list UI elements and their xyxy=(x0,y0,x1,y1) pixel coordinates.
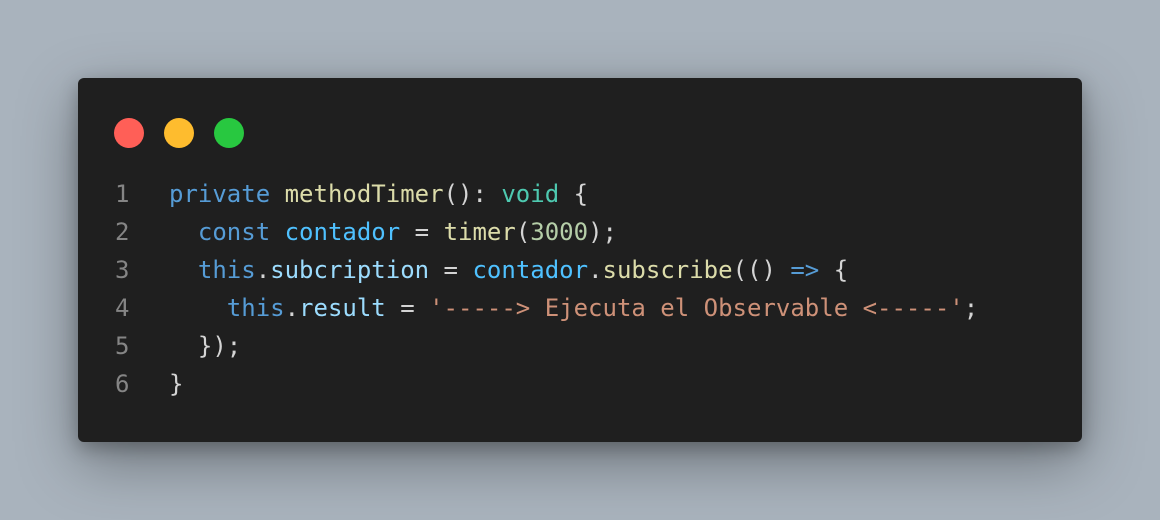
code-token: } xyxy=(169,370,184,398)
code-token: methodTimer xyxy=(284,180,444,208)
code-token: . xyxy=(588,256,603,284)
code-line: 5 }); xyxy=(78,327,1082,365)
line-content: private methodTimer(): void { xyxy=(169,175,588,213)
minimize-button[interactable] xyxy=(164,118,194,148)
code-token: contador xyxy=(284,218,401,246)
code-token: = xyxy=(429,256,473,284)
code-token: timer xyxy=(443,218,516,246)
code-block[interactable]: 1 private methodTimer(): void {2 const co… xyxy=(78,175,1082,403)
code-line: 4 this.result = '-----> Ejecuta el Obser… xyxy=(78,289,1082,327)
code-token: this xyxy=(197,256,256,284)
line-number: 4 xyxy=(115,294,130,322)
code-token: => xyxy=(790,256,820,284)
code-line: 1 private methodTimer(): void { xyxy=(78,175,1082,213)
code-token: subcription xyxy=(270,256,430,284)
code-token: ); xyxy=(588,218,617,246)
line-number: 2 xyxy=(115,218,130,246)
code-token: }); xyxy=(169,332,242,360)
code-token: void xyxy=(501,180,560,208)
line-content: this.result = '-----> Ejecuta el Observa… xyxy=(169,289,978,327)
line-number: 5 xyxy=(115,332,130,360)
line-number: 1 xyxy=(115,180,130,208)
code-token: result xyxy=(299,294,386,322)
code-token: subscribe xyxy=(602,256,733,284)
code-token: . xyxy=(284,294,300,322)
code-token: '-----> Ejecuta el Observable <-----' xyxy=(429,294,964,322)
code-line: 6} xyxy=(78,365,1082,403)
code-token: (): xyxy=(443,180,502,208)
code-token: contador xyxy=(472,256,589,284)
code-token: { xyxy=(819,256,849,284)
code-token: = xyxy=(400,218,444,246)
line-number: 6 xyxy=(115,370,130,398)
line-content: const contador = timer(3000); xyxy=(169,213,617,251)
code-token: private xyxy=(169,180,271,208)
code-token: ( xyxy=(515,218,531,246)
line-content: }); xyxy=(169,327,241,365)
code-token: 3000 xyxy=(530,218,589,246)
code-line: 3 this.subcription = contador.subscribe(… xyxy=(78,251,1082,289)
code-token: { xyxy=(559,180,589,208)
line-number: 3 xyxy=(115,256,130,284)
code-token: (() xyxy=(732,256,791,284)
code-token: this xyxy=(226,294,285,322)
line-content: } xyxy=(169,365,183,403)
code-token: const xyxy=(197,218,271,246)
code-token: ; xyxy=(963,294,979,322)
code-token: = xyxy=(385,294,430,322)
code-line: 2 const contador = timer(3000); xyxy=(78,213,1082,251)
code-token: . xyxy=(255,256,271,284)
maximize-button[interactable] xyxy=(214,118,244,148)
code-window: 1 private methodTimer(): void {2 const co… xyxy=(78,78,1082,442)
close-button[interactable] xyxy=(114,118,144,148)
line-content: this.subcription = contador.subscribe(()… xyxy=(169,251,848,289)
